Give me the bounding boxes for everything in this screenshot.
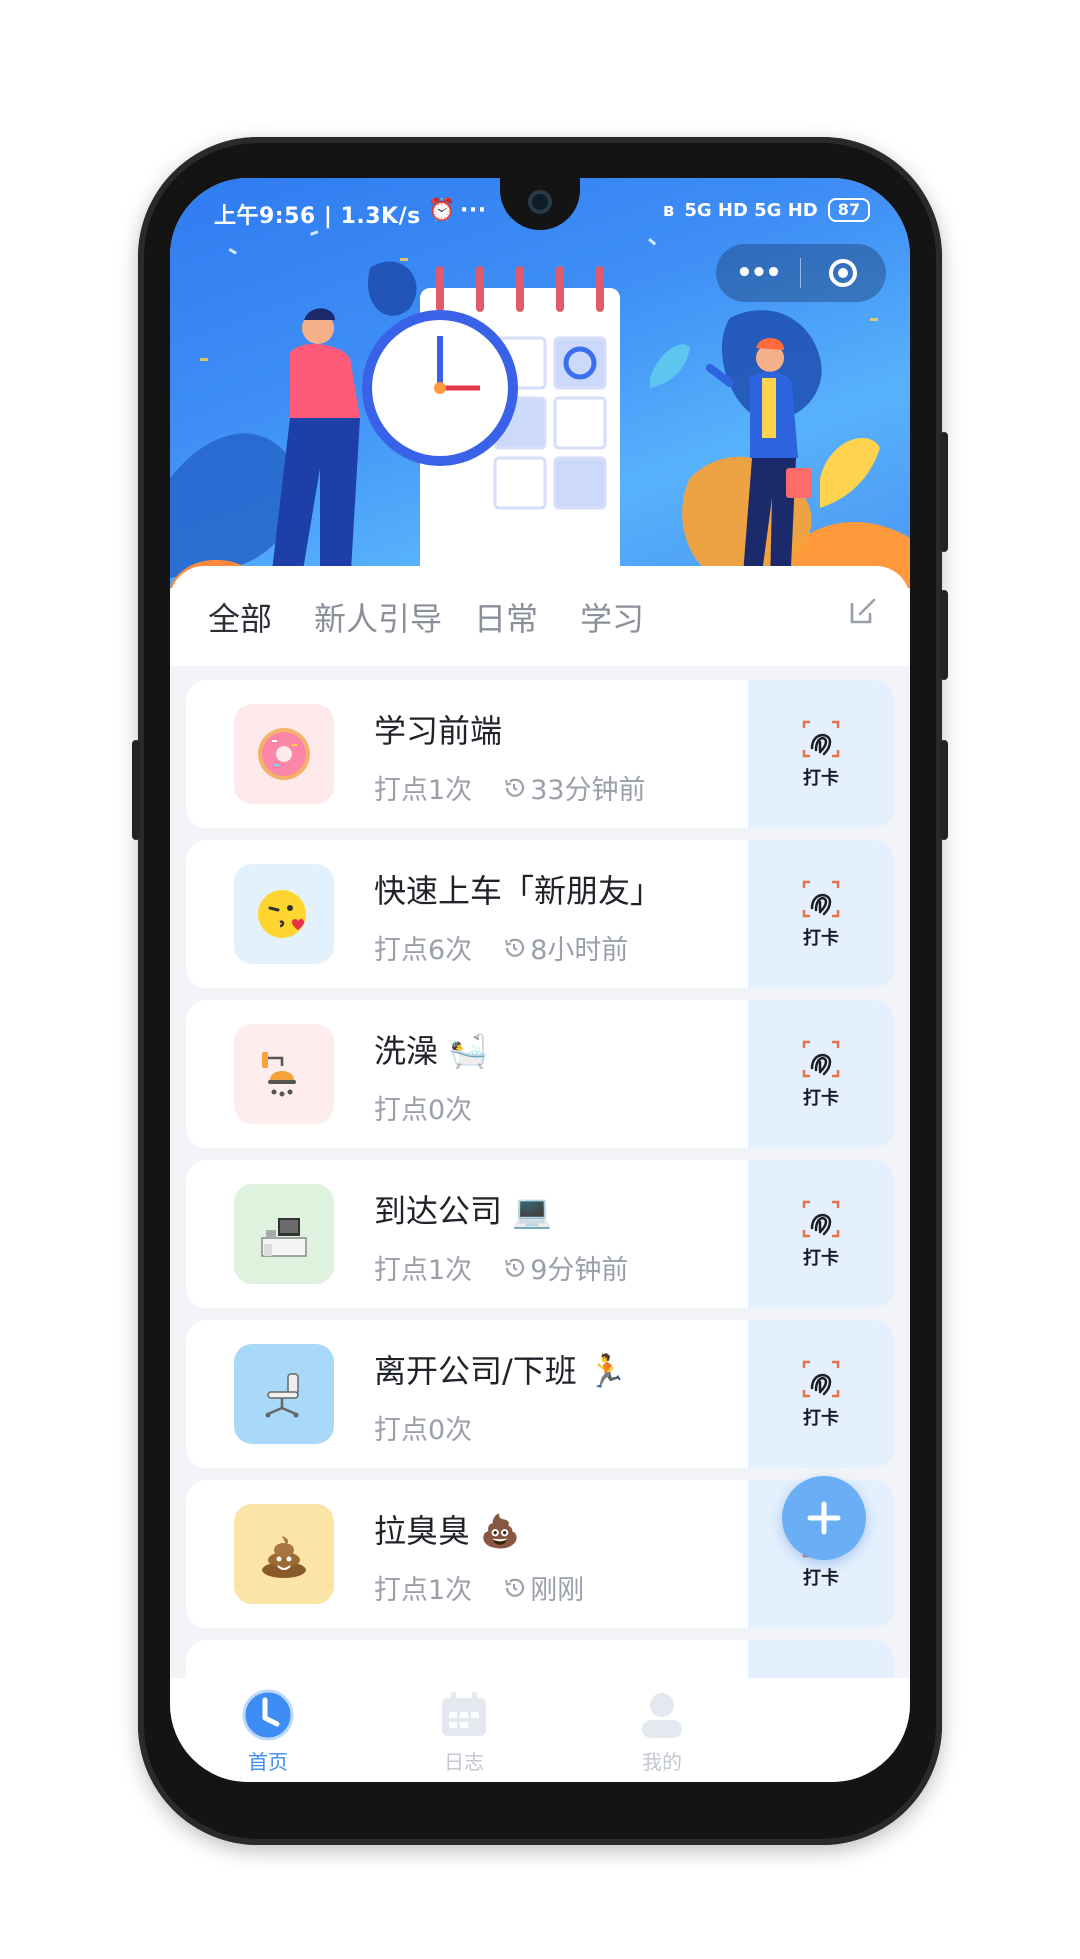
nav-mine[interactable]: 我的: [602, 1688, 722, 1775]
bottom-navigation: 首页 日志 我的: [170, 1678, 910, 1782]
task-title: 到达公司 💻: [374, 1192, 553, 1230]
battery-indicator: 87: [827, 198, 870, 222]
miniprogram-capsule: •••: [716, 244, 886, 302]
task-meta: 打点0次: [374, 1088, 472, 1127]
task-title: 快速上车「新朋友」: [374, 872, 663, 910]
calendar-illustration: [170, 230, 910, 588]
checkin-label: 打卡: [803, 928, 839, 949]
network-indicator: 5G HD 5G HD: [684, 199, 818, 221]
checkin-count: 打点0次: [374, 1095, 473, 1126]
checkin-count: 打点0次: [374, 1415, 473, 1446]
checkin-count: 打点1次: [374, 1255, 473, 1286]
checkin-button[interactable]: 打卡: [748, 1320, 894, 1468]
fingerprint-icon: [802, 1360, 840, 1398]
task-meta: 打点1次 刚刚: [374, 1568, 584, 1607]
checkin-button[interactable]: 打卡: [748, 1000, 894, 1148]
fingerprint-icon: [802, 1040, 840, 1078]
nav-log-label: 日志: [444, 1750, 484, 1774]
checkin-count: 打点1次: [374, 775, 473, 806]
last-checkin: 8小时前: [502, 928, 628, 967]
task-meta: 打点6次 8小时前: [374, 928, 628, 967]
tab-study[interactable]: 学习: [580, 594, 644, 640]
checkin-label: 打卡: [803, 1088, 839, 1109]
fingerprint-icon: [802, 1200, 840, 1238]
task-meta: 打点0次: [374, 1408, 472, 1447]
status-right: ʙ 5G HD 5G HD 87: [663, 198, 870, 222]
last-checkin: 33分钟前: [502, 768, 646, 807]
checkin-button[interactable]: 打卡: [748, 840, 894, 988]
task-card[interactable]: 离开公司/下班 🏃 打点0次 打卡: [186, 1320, 894, 1468]
checkin-label: 打卡: [803, 768, 839, 789]
task-card[interactable]: 洗澡 🛀 打点0次 打卡: [186, 1000, 894, 1148]
nav-home-label: 首页: [248, 1750, 288, 1774]
kiss-emoji-icon: [234, 864, 334, 964]
checkin-count: 打点1次: [374, 1575, 473, 1606]
bluetooth-icon: ʙ: [662, 199, 675, 221]
nav-mine-label: 我的: [642, 1750, 682, 1774]
clock-icon: [242, 1689, 294, 1741]
task-card[interactable]: 学习前端 打点1次 33分钟前 打卡: [186, 680, 894, 828]
poop-icon: [234, 1504, 334, 1604]
side-button-lower: [940, 740, 948, 840]
user-icon: [642, 1693, 682, 1738]
fingerprint-icon: [802, 880, 840, 918]
plus-icon: [807, 1501, 841, 1535]
nav-home[interactable]: 首页: [208, 1688, 328, 1775]
alarm-icon: ⏰: [428, 198, 456, 223]
task-list: 学习前端 打点1次 33分钟前 打卡 快速上车「新朋友」 打点6次 8小时前 打…: [170, 666, 910, 1700]
last-checkin-time: 8小时前: [530, 935, 629, 966]
checkin-label: 打卡: [803, 1408, 839, 1429]
hero-banner: [170, 178, 910, 588]
fingerprint-icon: [802, 720, 840, 758]
volume-button: [132, 740, 140, 840]
checkin-button[interactable]: 打卡: [748, 1160, 894, 1308]
tab-daily[interactable]: 日常: [474, 594, 538, 640]
checkin-label: 打卡: [803, 1568, 839, 1589]
last-checkin: 9分钟前: [502, 1248, 628, 1287]
last-checkin: 刚刚: [502, 1568, 584, 1607]
last-checkin-time: 33分钟前: [530, 775, 646, 806]
last-checkin-time: 刚刚: [530, 1575, 585, 1606]
history-icon: [505, 1258, 525, 1277]
task-meta: 打点1次 9分钟前: [374, 1248, 628, 1287]
history-icon: [505, 1578, 525, 1597]
close-miniprogram-button[interactable]: [801, 259, 885, 287]
last-checkin-time: 9分钟前: [530, 1255, 629, 1286]
office-chair-icon: [234, 1344, 334, 1444]
task-title: 洗澡 🛀: [374, 1032, 489, 1070]
category-tabs: 全部 新人引导 日常 学习: [170, 566, 910, 666]
checkin-button[interactable]: 打卡: [748, 680, 894, 828]
side-button: [940, 590, 948, 680]
status-time: 上午9:56 | 1.3K/s: [214, 204, 421, 229]
donut-icon: [234, 704, 334, 804]
calendar-icon: [442, 1692, 486, 1736]
task-meta: 打点1次 33分钟前: [374, 768, 646, 807]
task-title: 学习前端: [374, 712, 503, 750]
nav-log[interactable]: 日志: [404, 1688, 524, 1775]
add-task-button[interactable]: [782, 1476, 866, 1560]
office-desk-icon: [234, 1184, 334, 1284]
app-screen: 上午9:56 | 1.3K/s ⏰ ··· ʙ 5G HD 5G HD 87 •…: [170, 178, 910, 1782]
shower-icon: [234, 1024, 334, 1124]
task-card[interactable]: 到达公司 💻 打点1次 9分钟前 打卡: [186, 1160, 894, 1308]
history-icon: [505, 778, 525, 797]
checkin-label: 打卡: [803, 1248, 839, 1269]
more-menu-icon[interactable]: •••: [716, 258, 800, 288]
power-button: [940, 432, 948, 552]
checkin-count: 打点6次: [374, 935, 473, 966]
tab-all[interactable]: 全部: [208, 594, 272, 640]
history-icon: [505, 938, 525, 957]
status-more: ···: [460, 198, 487, 223]
task-title: 拉臭臭 💩: [374, 1512, 521, 1550]
camera-icon: [528, 190, 552, 214]
task-title: 离开公司/下班 🏃: [374, 1352, 627, 1390]
target-icon: [829, 259, 857, 287]
edit-icon[interactable]: [848, 596, 878, 626]
tab-newbie-guide[interactable]: 新人引导: [314, 594, 442, 640]
task-card[interactable]: 快速上车「新朋友」 打点6次 8小时前 打卡: [186, 840, 894, 988]
